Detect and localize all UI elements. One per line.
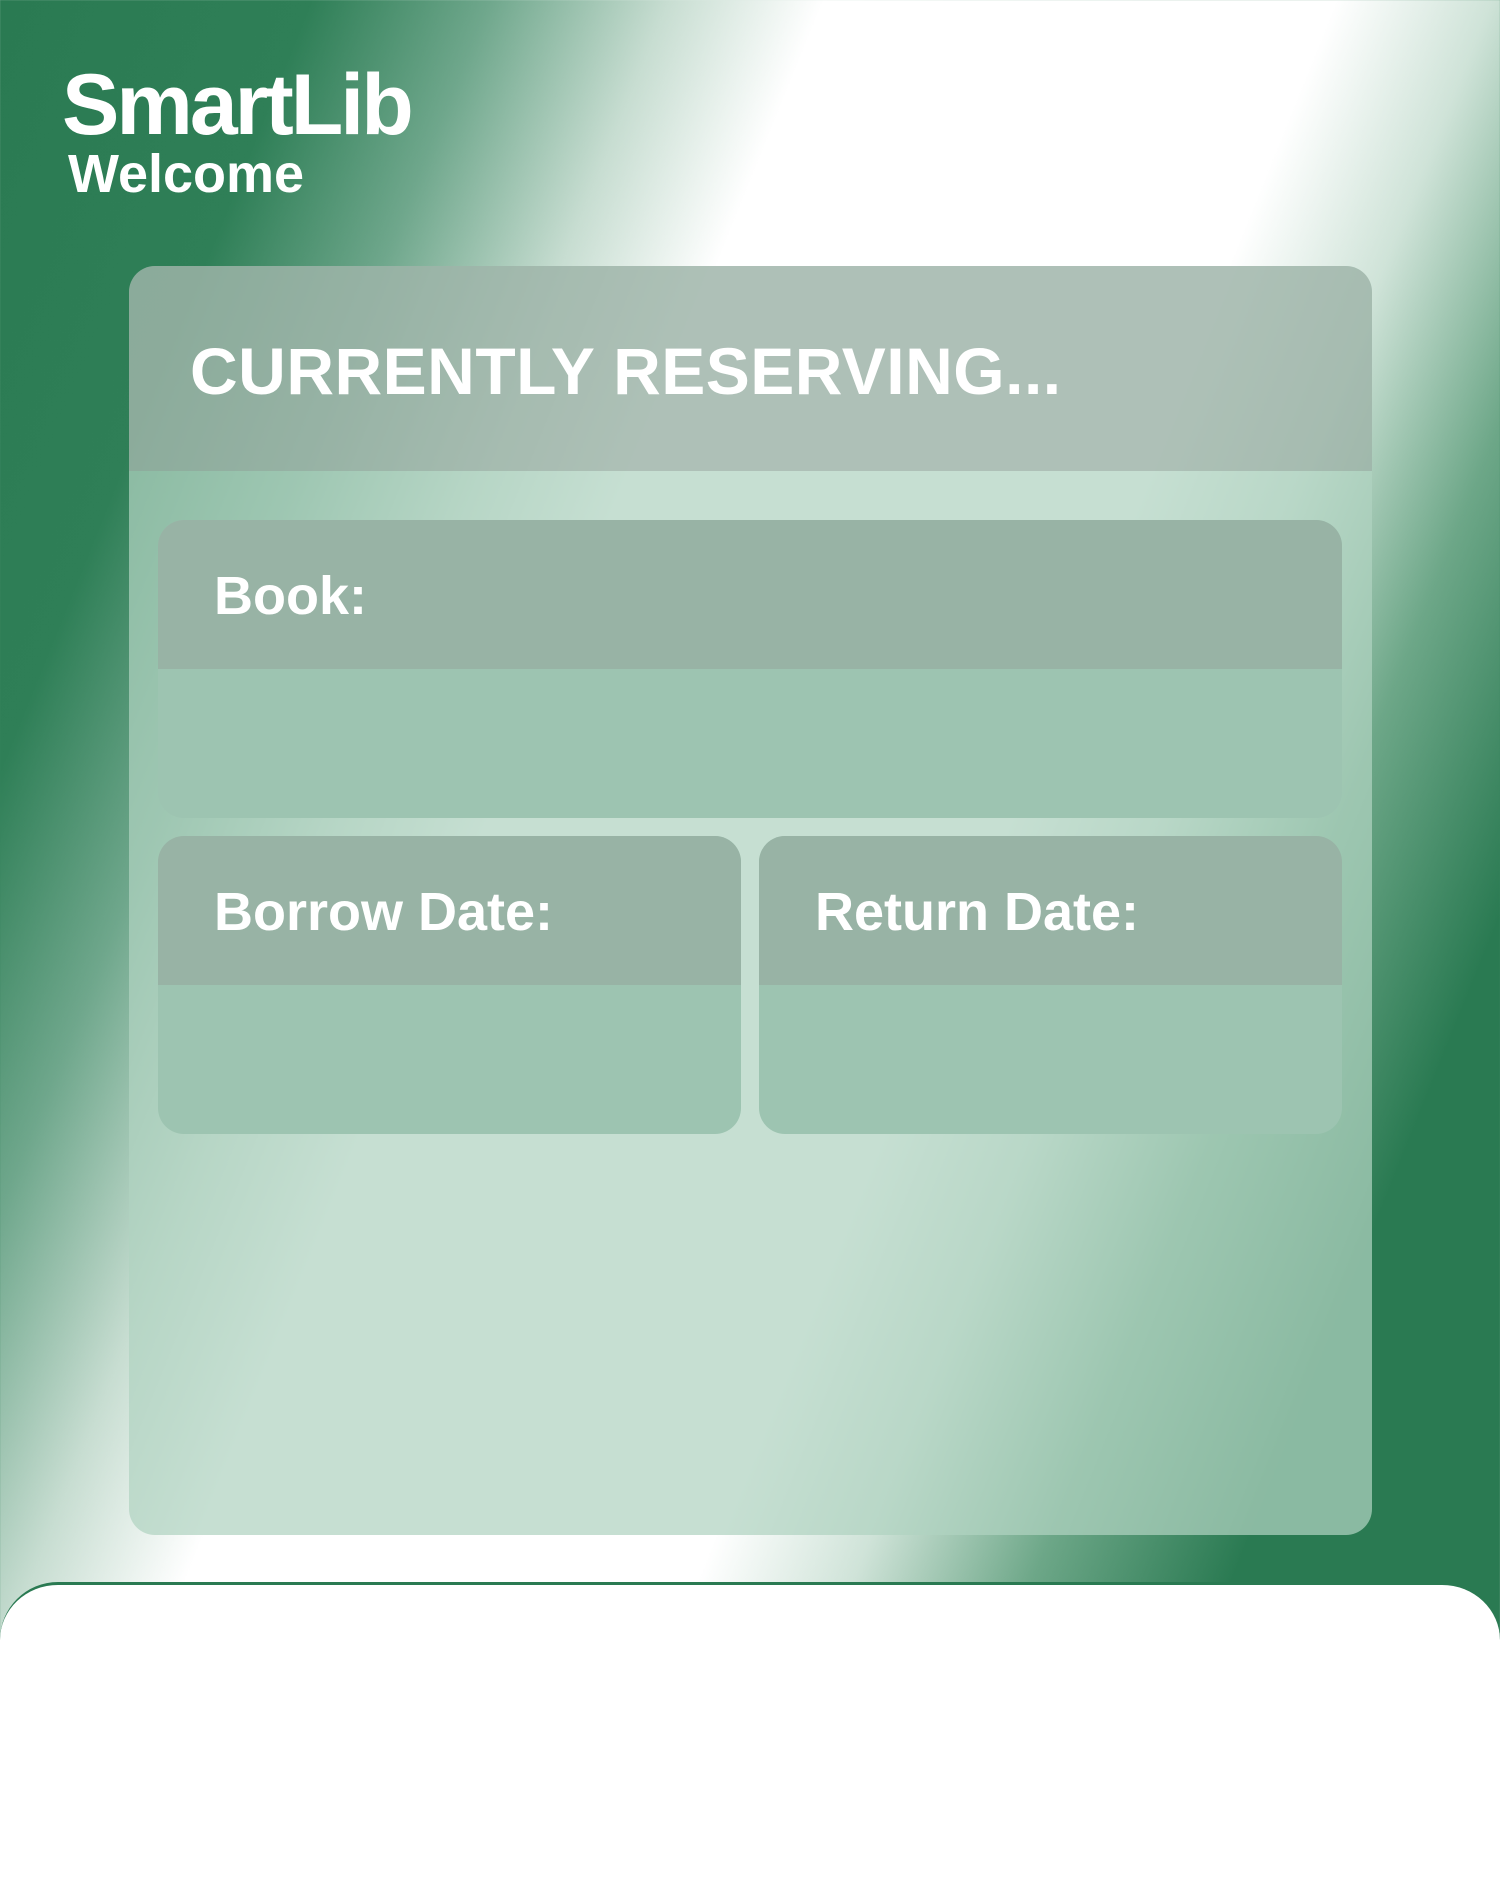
book-value [158, 669, 1342, 818]
borrow-date-value [158, 985, 741, 1134]
borrow-date-field-header: Borrow Date: [158, 836, 741, 985]
return-date-field-header: Return Date: [759, 836, 1342, 985]
book-field: Book: [158, 520, 1342, 818]
book-field-header: Book: [158, 520, 1342, 669]
return-date-value [759, 985, 1342, 1134]
app-header: SmartLib Welcome [62, 57, 414, 204]
welcome-text: Welcome [68, 144, 305, 204]
reservation-title: CURRENTLY RESERVING... [190, 334, 1062, 408]
return-date-field: Return Date: [759, 836, 1342, 1134]
reservation-panel: CURRENTLY RESERVING... Book: Borrow Date… [129, 266, 1372, 1535]
borrow-date-field: Borrow Date: [158, 836, 741, 1134]
reservation-panel-header: CURRENTLY RESERVING... [129, 266, 1372, 471]
borrow-date-label: Borrow Date: [214, 882, 554, 942]
bottom-sheet [0, 1582, 1500, 1882]
return-date-label: Return Date: [815, 882, 1140, 942]
book-label: Book: [214, 566, 367, 626]
smartlib-logo: SmartLib [62, 57, 414, 153]
